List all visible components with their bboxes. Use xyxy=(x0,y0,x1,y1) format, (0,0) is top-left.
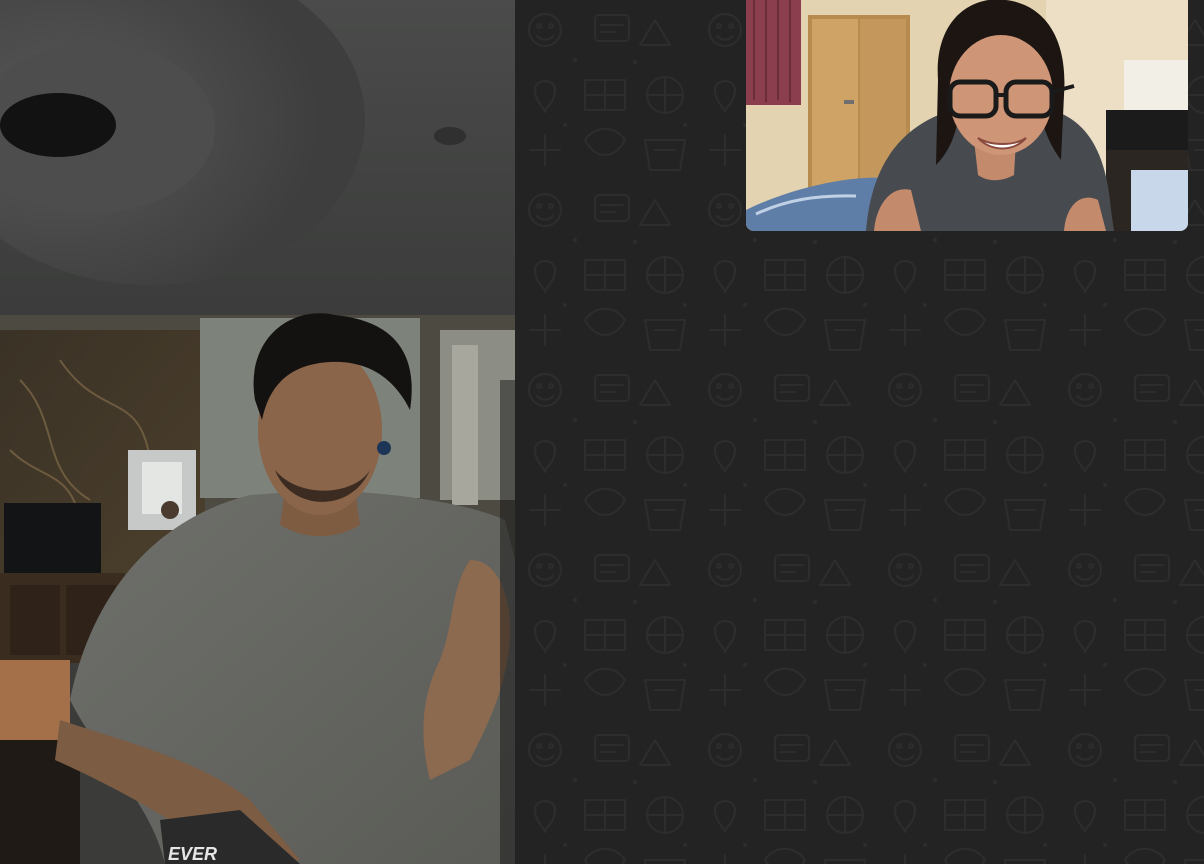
remote-video-feed[interactable]: EVER xyxy=(0,0,515,864)
video-call-screen: EVER xyxy=(0,0,1204,864)
self-view-video[interactable] xyxy=(746,0,1188,231)
remote-video-frame: EVER xyxy=(0,0,515,864)
shirt-text: EVER xyxy=(168,844,217,864)
self-view-frame xyxy=(746,0,1188,231)
